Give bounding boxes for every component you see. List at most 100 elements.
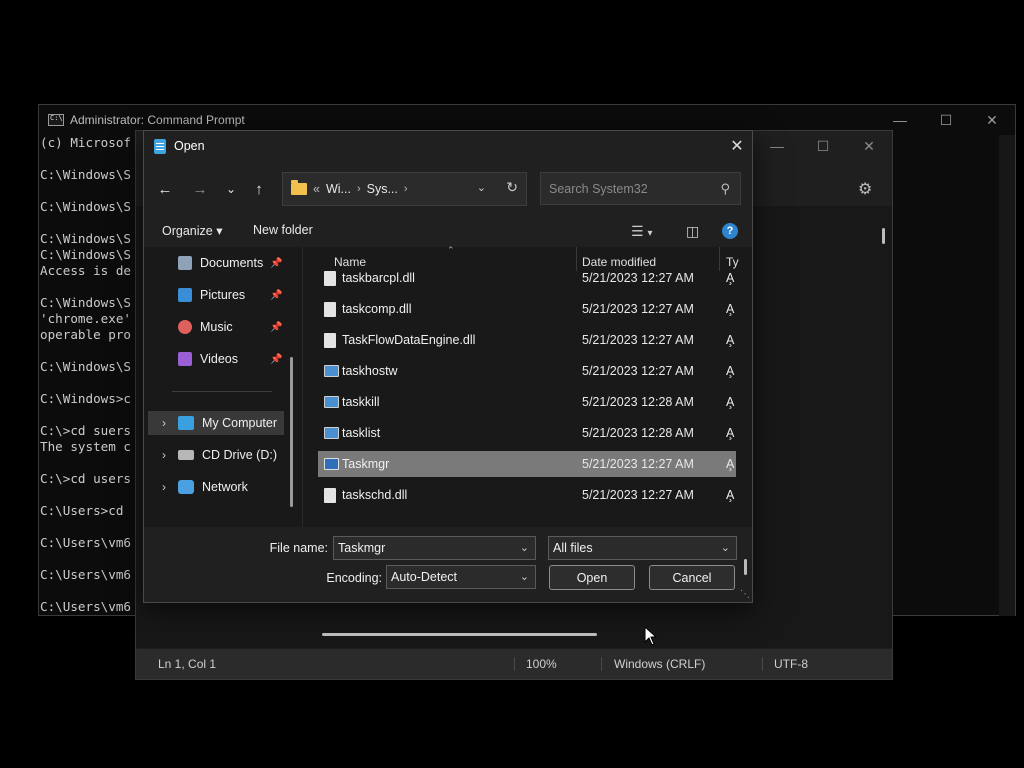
- file-type: A̧: [726, 302, 735, 316]
- chevron-down-icon[interactable]: ⌄: [477, 181, 486, 194]
- search-input[interactable]: [541, 173, 711, 204]
- file-type-select[interactable]: All files ⌄: [548, 536, 737, 560]
- filename-label: File name:: [269, 541, 328, 555]
- file-type: A̧: [726, 426, 735, 440]
- search-box[interactable]: ⚲: [540, 172, 741, 205]
- file-date: 5/21/2023 12:27 AM: [582, 302, 694, 316]
- maximize-icon[interactable]: ☐: [800, 131, 846, 161]
- pin-icon[interactable]: 📌: [270, 354, 282, 365]
- nav-item-pictures[interactable]: Pictures 📌: [178, 283, 288, 307]
- address-bar[interactable]: « Wi... › Sys... › ⌄ ↻: [282, 172, 527, 206]
- help-icon[interactable]: ?: [722, 223, 738, 239]
- music-icon: [178, 320, 192, 334]
- file-name: TaskFlowDataEngine.dll: [342, 333, 476, 347]
- file-date: 5/21/2023 12:28 AM: [582, 395, 694, 409]
- videos-icon: [178, 352, 192, 366]
- file-list-horizontal-scrollbar[interactable]: [322, 633, 597, 636]
- filename-field[interactable]: Taskmgr ⌄: [333, 536, 536, 560]
- breadcrumb-windows[interactable]: Wi...: [326, 182, 351, 196]
- nav-tree-cd-drive-d[interactable]: › CD Drive (D:): [148, 443, 284, 467]
- nav-item-music[interactable]: Music 📌: [178, 315, 288, 339]
- editor-scrollbar[interactable]: [876, 206, 892, 648]
- resize-grip-icon[interactable]: ⋱: [740, 589, 750, 600]
- open-button[interactable]: Open: [549, 565, 635, 590]
- file-type: A̧: [726, 364, 735, 378]
- organize-menu[interactable]: Organize ▾: [162, 223, 222, 238]
- chevron-right-icon[interactable]: ›: [162, 416, 166, 430]
- encoding-select[interactable]: Auto-Detect ⌄: [386, 565, 536, 589]
- nav-item-documents[interactable]: Documents 📌: [178, 251, 288, 275]
- cmd-title: Administrator: Command Prompt: [70, 113, 245, 127]
- chevron-right-icon[interactable]: ›: [162, 448, 166, 462]
- chevron-down-icon[interactable]: ⌄: [721, 541, 730, 554]
- change-view-icon[interactable]: ☰ ▾: [631, 223, 652, 240]
- application-icon: [324, 458, 339, 470]
- pin-icon[interactable]: 📌: [270, 322, 282, 333]
- pictures-icon: [178, 288, 192, 302]
- close-icon[interactable]: ✕: [969, 105, 1015, 135]
- file-encoding[interactable]: UTF-8: [774, 657, 808, 671]
- scroll-thumb[interactable]: [882, 228, 885, 244]
- settings-gear-icon[interactable]: ⚙: [858, 179, 872, 199]
- dll-file-icon: [324, 301, 336, 317]
- maximize-icon[interactable]: ☐: [923, 105, 969, 135]
- file-name: tasklist: [342, 426, 381, 440]
- back-arrow-icon[interactable]: ←: [154, 178, 176, 200]
- file-date: 5/21/2023 12:27 AM: [582, 364, 694, 378]
- file-type: A̧: [726, 395, 735, 409]
- file-row[interactable]: tasklist 5/21/2023 12:28 AM A̧: [318, 420, 736, 446]
- up-arrow-icon[interactable]: ↑: [248, 178, 270, 200]
- file-row[interactable]: taskhostw 5/21/2023 12:27 AM A̧: [318, 358, 736, 384]
- file-name: taskbarcpl.dll: [342, 271, 415, 285]
- pane-divider[interactable]: [302, 247, 303, 527]
- computer-icon: [178, 416, 194, 430]
- file-date: 5/21/2023 12:27 AM: [582, 457, 694, 471]
- nav-item-label: CD Drive (D:): [202, 448, 277, 462]
- pin-icon[interactable]: 📌: [270, 290, 282, 301]
- chevron-down-icon[interactable]: ⌄: [520, 570, 529, 583]
- file-date: 5/21/2023 12:27 AM: [582, 488, 694, 502]
- breadcrumb-overflow[interactable]: «: [313, 182, 320, 196]
- dialog-titlebar[interactable]: Open: [144, 131, 752, 161]
- file-date: 5/21/2023 12:27 AM: [582, 271, 694, 285]
- nav-item-label: Network: [202, 480, 248, 494]
- application-icon: [324, 396, 339, 408]
- file-name: taskhostw: [342, 364, 398, 378]
- nav-item-videos[interactable]: Videos 📌: [178, 347, 288, 371]
- chevron-down-icon[interactable]: ⌄: [520, 541, 529, 554]
- folder-icon: [291, 180, 307, 195]
- filename-value[interactable]: Taskmgr: [338, 541, 385, 555]
- search-icon[interactable]: ⚲: [720, 181, 730, 197]
- line-ending[interactable]: Windows (CRLF): [614, 657, 705, 671]
- forward-arrow-icon[interactable]: →: [189, 178, 211, 200]
- file-row[interactable]: Taskmgr 5/21/2023 12:27 AM A̧: [318, 451, 736, 477]
- chevron-right-icon[interactable]: ›: [162, 480, 166, 494]
- cancel-button[interactable]: Cancel: [649, 565, 735, 590]
- new-folder-button[interactable]: New folder: [253, 223, 313, 237]
- file-row[interactable]: taskbarcpl.dll 5/21/2023 12:27 AM A̧: [318, 265, 736, 291]
- file-row[interactable]: taskschd.dll 5/21/2023 12:27 AM A̧: [318, 482, 736, 508]
- close-icon[interactable]: ✕: [846, 131, 892, 161]
- chevron-right-icon[interactable]: ›: [357, 183, 361, 195]
- nav-tree-network[interactable]: › Network: [148, 475, 284, 499]
- file-row[interactable]: taskkill 5/21/2023 12:28 AM A̧: [318, 389, 736, 415]
- file-row[interactable]: TaskFlowDataEngine.dll 5/21/2023 12:27 AM…: [318, 327, 736, 353]
- file-list-vertical-scrollbar[interactable]: [744, 559, 747, 575]
- file-type-value: All files: [553, 541, 593, 555]
- chevron-right-icon[interactable]: ›: [404, 183, 408, 195]
- zoom-level[interactable]: 100%: [526, 657, 557, 671]
- close-icon[interactable]: ✕: [722, 131, 752, 161]
- cmd-scrollbar[interactable]: [999, 135, 1015, 616]
- preview-pane-icon[interactable]: ◫: [686, 223, 699, 240]
- minimize-icon[interactable]: —: [754, 131, 800, 161]
- breadcrumb-system32[interactable]: Sys...: [367, 182, 398, 196]
- refresh-icon[interactable]: ↻: [506, 179, 518, 196]
- file-name: taskkill: [342, 395, 380, 409]
- nav-tree-my-computer[interactable]: › My Computer: [148, 411, 284, 435]
- status-divider: [601, 657, 602, 671]
- nav-item-label: Pictures: [200, 288, 246, 302]
- nav-scrollbar[interactable]: [290, 357, 293, 507]
- recent-locations-chevron-icon[interactable]: ⌄: [220, 178, 242, 200]
- pin-icon[interactable]: 📌: [270, 258, 282, 269]
- file-row[interactable]: taskcomp.dll 5/21/2023 12:27 AM A̧: [318, 296, 736, 322]
